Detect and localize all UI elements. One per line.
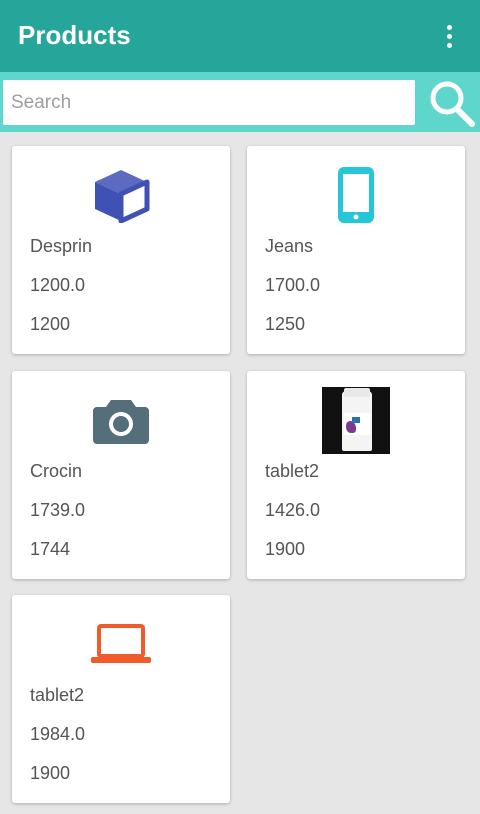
product-price: 1200.0 (30, 275, 86, 295)
more-vert-icon[interactable] (434, 20, 464, 52)
product-thumb (247, 385, 465, 455)
laptop-icon (91, 624, 151, 663)
product-price: 1700.0 (265, 275, 321, 295)
product-quantity: 1250 (265, 314, 306, 334)
product-thumb (12, 160, 230, 230)
product-card[interactable]: Crocin 1739.0 1744 (12, 371, 230, 579)
product-quantity: 1200 (30, 314, 71, 334)
product-price: 1984.0 (30, 724, 86, 744)
product-thumb (12, 385, 230, 455)
product-thumb (247, 160, 465, 230)
box-icon (95, 170, 150, 223)
search-button[interactable] (426, 78, 478, 128)
camera-icon (93, 400, 149, 444)
product-photo (322, 386, 390, 454)
product-name: tablet2 (30, 685, 85, 705)
product-card[interactable]: Jeans 1700.0 1250 (247, 146, 465, 354)
search-bar (0, 72, 480, 132)
page-title: Products (18, 20, 131, 50)
product-name: Crocin (30, 461, 83, 481)
product-price: 1426.0 (265, 500, 321, 520)
product-thumb (12, 609, 230, 679)
search-input[interactable] (3, 80, 415, 125)
product-card[interactable]: tablet2 1984.0 1900 (12, 595, 230, 803)
product-card[interactable]: Desprin 1200.0 1200 (12, 146, 230, 354)
search-icon (430, 81, 475, 127)
product-card[interactable]: tablet2 1426.0 1900 (247, 371, 465, 579)
product-name: tablet2 (265, 461, 320, 481)
product-price: 1739.0 (30, 500, 86, 520)
smartphone-icon (338, 167, 374, 223)
product-quantity: 1900 (265, 539, 306, 559)
product-name: Jeans (265, 236, 314, 256)
product-name: Desprin (30, 236, 93, 256)
app-bar: Products (0, 0, 480, 72)
product-quantity: 1900 (30, 763, 71, 783)
product-quantity: 1744 (30, 539, 71, 559)
